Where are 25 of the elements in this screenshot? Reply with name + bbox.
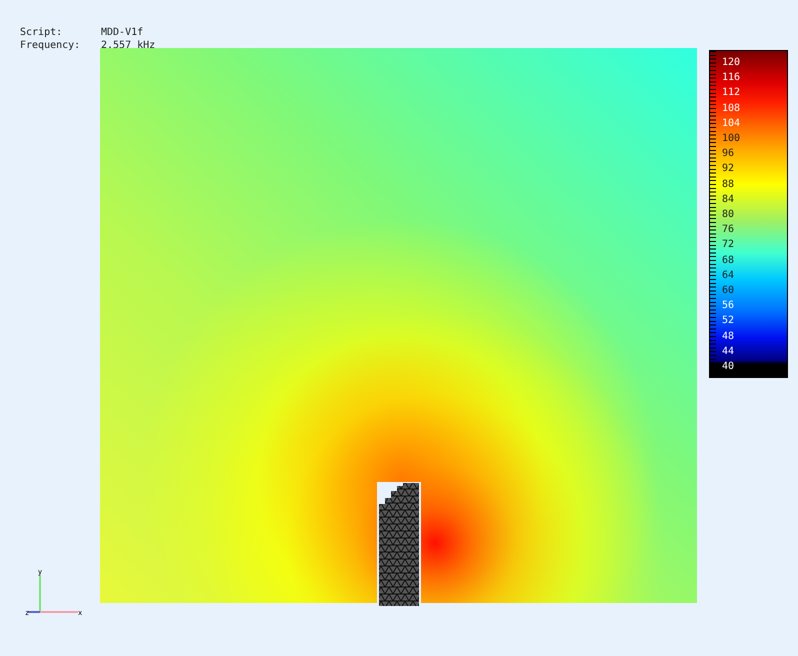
scale-label: 60 [722, 284, 736, 298]
scale-label: 104 [722, 116, 742, 131]
scale-label: 76 [722, 223, 736, 238]
scale-label: 64 [722, 268, 736, 283]
scale-label: 52 [722, 314, 736, 328]
scale-label: 96 [722, 147, 736, 162]
scale-label: 48 [722, 330, 736, 344]
scale-label: 100 [722, 132, 742, 146]
scale-label: 92 [722, 162, 736, 176]
frequency-label: Frequency: [20, 39, 82, 52]
scale-label: 80 [722, 208, 736, 222]
scale-label: 72 [722, 238, 736, 252]
scale-label: 44 [722, 344, 736, 359]
scale-label: 108 [722, 102, 742, 116]
scale-label: 84 [722, 192, 736, 207]
script-label: Script: [20, 26, 64, 39]
scale-label: 88 [722, 178, 736, 192]
scale-label: 56 [722, 299, 736, 314]
script-value: MDD-V1f [101, 26, 144, 39]
scale-label: 116 [722, 71, 742, 86]
frequency-value: 2.557 kHz [101, 39, 156, 52]
scale-label: 120 [722, 56, 742, 70]
scale-label: 40 [722, 360, 736, 374]
scale-label: 68 [722, 254, 736, 268]
scale-label: 112 [722, 86, 742, 100]
